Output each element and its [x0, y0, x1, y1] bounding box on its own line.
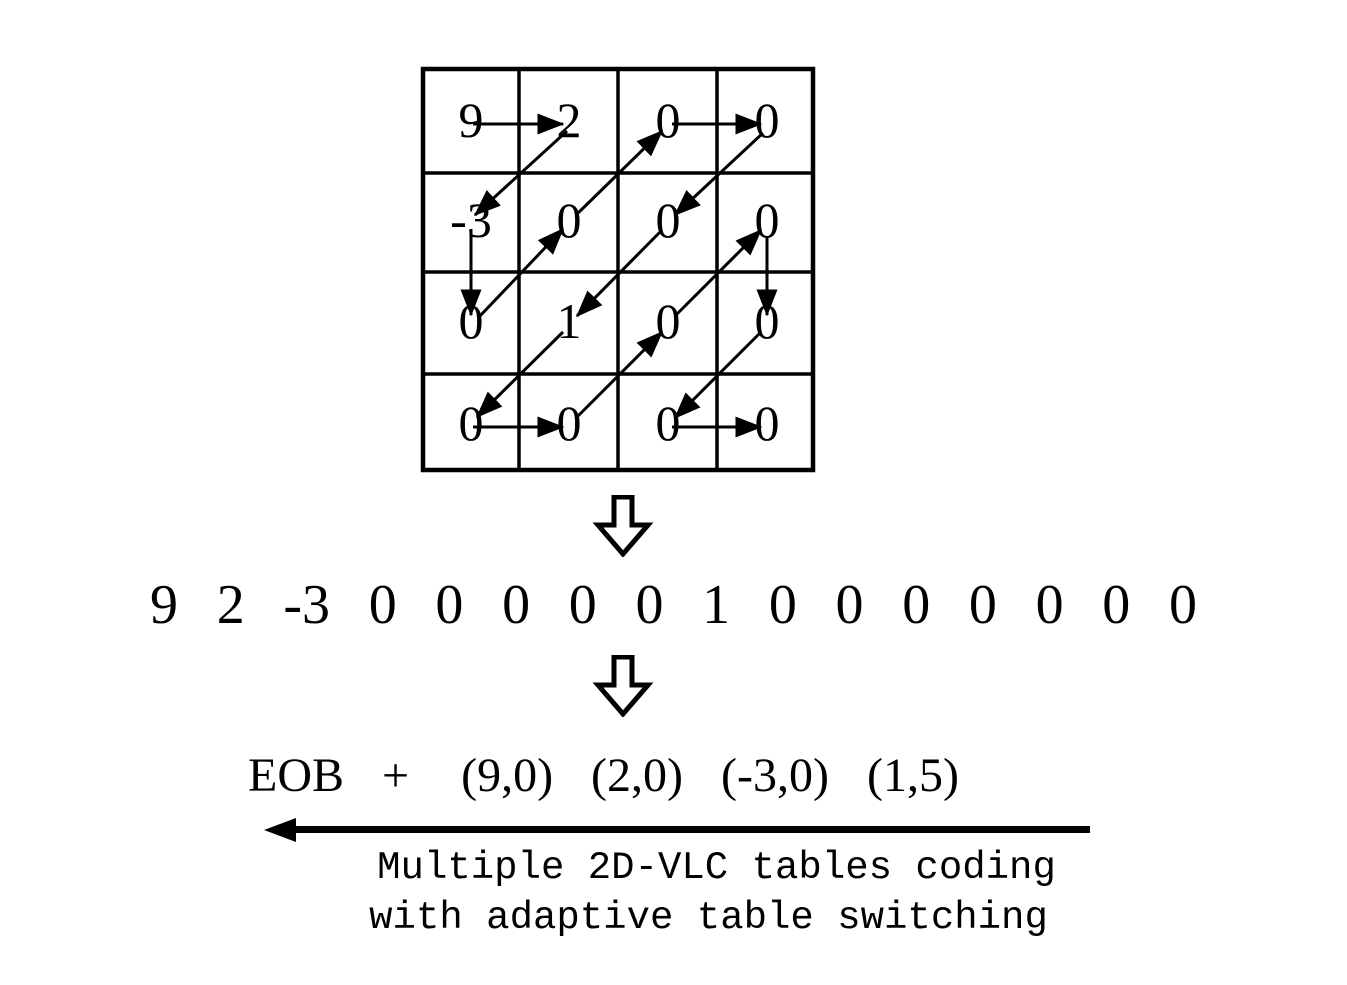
rle-pair-1: (2,0)	[591, 749, 684, 802]
caption-line-1: Multiple 2D-VLC tables coding	[377, 846, 1056, 890]
caption-text: Multiple 2D-VLC tables coding with adapt…	[0, 843, 1347, 943]
down-block-arrow-2	[592, 654, 654, 718]
rle-pair-3: (1,5)	[866, 749, 959, 802]
coefficient-sequence: 9 2 -3 0 0 0 0 0 1 0 0 0 0 0 0 0	[150, 574, 1197, 636]
matrix-cell-1-3: 0	[754, 192, 780, 248]
coefficient-15: 0	[1168, 574, 1197, 636]
matrix-cell-1-1: 0	[556, 192, 582, 248]
coefficient-6: 0	[568, 574, 597, 636]
coefficient-14: 0	[1102, 574, 1131, 636]
matrix-cell-0-1: 2	[556, 92, 582, 148]
matrix-cell-3-0: 0	[458, 395, 484, 451]
matrix-cell-1-0: -3	[450, 192, 492, 248]
coefficient-12: 0	[968, 574, 997, 636]
matrix-cell-0-2: 0	[655, 92, 681, 148]
coefficient-4: 0	[435, 574, 464, 636]
matrix-cell-2-3: 0	[754, 293, 780, 349]
coefficient-5: 0	[502, 574, 531, 636]
matrix-cell-0-3: 0	[754, 92, 780, 148]
coefficient-1: 2	[216, 574, 245, 636]
plus-sign: +	[382, 749, 410, 802]
coefficient-3: 0	[368, 574, 397, 636]
coefficient-11: 0	[902, 574, 931, 636]
coefficient-0: 9	[150, 574, 178, 636]
coefficient-10: 0	[835, 574, 864, 636]
coefficient-8: 1	[702, 574, 731, 636]
rle-pairs-line: EOB + (9,0) (2,0) (-3,0) (1,5)	[248, 745, 1108, 807]
matrix-cell-3-1: 0	[556, 395, 582, 451]
coefficient-13: 0	[1035, 574, 1064, 636]
down-block-arrow-1	[592, 494, 654, 558]
matrix-cell-1-2: 0	[655, 192, 681, 248]
matrix-cell-2-0: 0	[458, 293, 484, 349]
coefficient-9: 0	[768, 574, 797, 636]
eob-label: EOB	[248, 749, 344, 802]
caption-line-2: with adaptive table switching	[369, 896, 1048, 940]
matrix-cell-2-1: 1	[556, 293, 582, 349]
rle-pair-0: (9,0)	[461, 749, 554, 802]
matrix-cell-3-2: 0	[655, 395, 681, 451]
matrix-cell-3-3: 0	[754, 395, 780, 451]
matrix-cell-2-2: 0	[655, 293, 681, 349]
coefficient-2: -3	[283, 574, 331, 636]
coefficient-7: 0	[635, 574, 664, 636]
matrix-cell-0-0: 9	[458, 92, 484, 148]
transform-block-matrix: 9 2 0 0 -3 0 0 0 0 1 0 0 0 0 0 0	[420, 66, 816, 473]
rle-pair-2: (-3,0)	[721, 749, 829, 802]
left-arrow	[264, 818, 1090, 842]
